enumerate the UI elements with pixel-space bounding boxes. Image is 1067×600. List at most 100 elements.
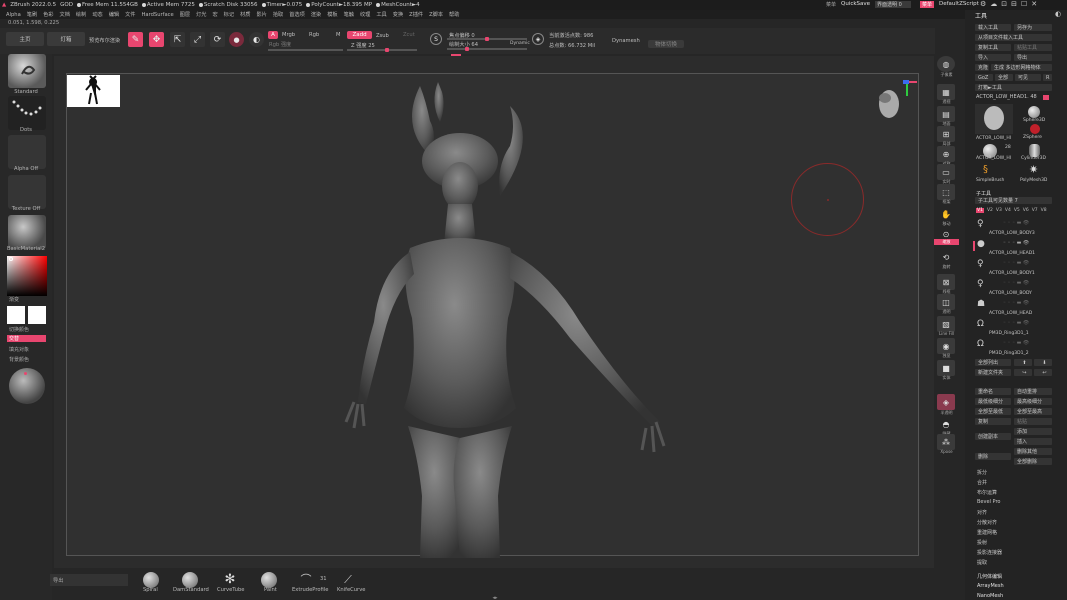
import-button[interactable]: 导入 xyxy=(975,54,1011,61)
tool-panel-title[interactable]: 工具 xyxy=(975,11,987,20)
lowest-subdiv-button[interactable]: 最低级细分 xyxy=(975,398,1011,405)
subpixel-icon[interactable]: ◍ xyxy=(937,56,955,72)
menu-item[interactable]: 编辑 xyxy=(109,11,119,18)
stroke-thumbnail[interactable] xyxy=(8,96,46,130)
subtool-row[interactable]: ♀ ◦ ◦ ◦ ▬ 👁 ACTOR_LOW_BODY3 xyxy=(975,217,1055,237)
menu-item[interactable]: 绘制 xyxy=(76,11,86,18)
curvetube-brush-icon[interactable]: ✻ xyxy=(222,572,238,588)
highest-subdiv-button[interactable]: 最高级细分 xyxy=(1014,398,1052,405)
move-view-icon[interactable]: ✋ xyxy=(937,206,955,222)
menu-item[interactable]: 宏 xyxy=(212,11,217,18)
transp-icon[interactable]: ◫ xyxy=(937,294,955,310)
paste-button[interactable]: 粘贴 xyxy=(1014,418,1052,425)
color-picker-cursor[interactable] xyxy=(9,257,13,261)
move-right-button[interactable]: ↩ xyxy=(1034,369,1052,376)
move-down-button[interactable]: ⬇ xyxy=(1034,359,1052,366)
version-tab[interactable]: V6 xyxy=(1023,208,1029,213)
all-lowest-button[interactable]: 全部至最低 xyxy=(975,408,1011,415)
subtool-controls-icon[interactable]: ◦ ◦ ◦ ▬ 👁 xyxy=(1003,260,1029,266)
load-tool-button[interactable]: 载入工具 xyxy=(975,24,1011,31)
menu-item[interactable]: 笔刷 xyxy=(27,11,37,18)
paste-tool-button[interactable]: 粘贴工具 xyxy=(1014,44,1052,51)
frame-icon[interactable]: ⬚ xyxy=(937,184,955,200)
dynamic-toggle[interactable]: Dynamic xyxy=(510,41,530,46)
solo-icon[interactable]: ◉ xyxy=(937,338,955,354)
menu-item[interactable]: 模板 xyxy=(327,11,337,18)
current-tool-label[interactable]: ACTOR_LOW_HEAD1. 48 xyxy=(976,94,1037,100)
version-tab[interactable]: V1 xyxy=(976,208,984,213)
draw-button[interactable]: ✥ xyxy=(149,32,164,47)
subtool-controls-icon[interactable]: ◦ ◦ ◦ ▬ 👁 xyxy=(1003,280,1029,286)
menu-item[interactable]: 标记 xyxy=(224,11,234,18)
subtool-controls-icon[interactable]: ◦ ◦ ◦ ▬ 👁 xyxy=(1003,300,1029,306)
main-color-swatch[interactable] xyxy=(7,306,25,324)
linefill-icon[interactable]: ▧ xyxy=(937,316,955,332)
sculpt-model[interactable] xyxy=(340,76,680,558)
lightbox-tool-button[interactable]: 灯箱►工具 xyxy=(975,84,1052,91)
menu-item[interactable]: Alpha xyxy=(6,12,21,18)
scale-button[interactable]: ⤢ xyxy=(190,32,205,47)
version-tab[interactable]: V7 xyxy=(1032,208,1038,213)
zadd-button[interactable]: Zadd xyxy=(347,31,372,39)
focal-shift-icon[interactable]: S xyxy=(430,33,442,45)
project-section[interactable]: 投射 xyxy=(977,539,987,546)
menu-item[interactable]: 首选项 xyxy=(289,11,305,18)
back-color-button[interactable]: 背景颜色 xyxy=(9,356,29,363)
arraymesh-section[interactable]: ArrayMesh xyxy=(977,583,1004,589)
floor-icon[interactable]: ▤ xyxy=(937,106,955,122)
polymesh3d-icon[interactable]: ✷ xyxy=(1029,164,1041,176)
draw-size-handle[interactable] xyxy=(465,47,469,51)
save-as-button[interactable]: 另存为 xyxy=(1014,24,1052,31)
transparency-slider[interactable]: 界面透明 0 xyxy=(875,1,911,8)
gradient-label[interactable]: 渐变 xyxy=(9,296,19,303)
move-left-button[interactable]: ↪ xyxy=(1014,369,1032,376)
list-all-button[interactable]: 全部列出 xyxy=(975,359,1011,366)
zsphere-icon[interactable] xyxy=(1030,124,1040,134)
brush-thumbnail[interactable] xyxy=(8,54,46,88)
light-position-marker[interactable] xyxy=(24,372,27,375)
add-button[interactable]: 添加 xyxy=(1014,428,1052,435)
delete-all-button[interactable]: 全部删除 xyxy=(1014,458,1052,465)
menus-button[interactable]: 菜单 xyxy=(920,1,934,8)
zsub-button[interactable]: Zsub xyxy=(376,33,389,39)
geometry-edit-section[interactable]: 几何体编辑 xyxy=(977,573,1002,580)
damstandard-brush-icon[interactable] xyxy=(182,572,198,588)
extrudeprofile-brush-icon[interactable]: ⌒ xyxy=(298,572,314,588)
zcut-button[interactable]: Zcut xyxy=(403,32,415,38)
clone-button[interactable]: 克隆 xyxy=(975,64,989,71)
subtool-controls-icon[interactable]: ◦ ◦ ◦ ▬ 👁 xyxy=(1003,320,1029,326)
menu-item[interactable]: 文件 xyxy=(125,11,135,18)
local-icon[interactable]: ⊞ xyxy=(937,126,955,142)
menu-item[interactable]: 灯光 xyxy=(196,11,206,18)
subtool-controls-icon[interactable]: ◦ ◦ ◦ ▬ 👁 xyxy=(1003,240,1029,246)
secondary-color-swatch[interactable] xyxy=(28,306,46,324)
z-strength-slider[interactable] xyxy=(347,48,417,52)
tool-switch-button[interactable]: 物体切换 xyxy=(648,40,684,48)
subtool-controls-icon[interactable]: ◦ ◦ ◦ ▬ 👁 xyxy=(1003,220,1029,226)
auto-reorder-button[interactable]: 自动重排 xyxy=(1014,388,1052,395)
simplebrush-icon[interactable]: § xyxy=(983,164,997,176)
make-polymesh-button[interactable]: 生成 多边形网格物体 xyxy=(991,64,1052,71)
edit-button[interactable]: ✎ xyxy=(128,32,143,47)
menu-item[interactable]: Z脚本 xyxy=(429,11,443,18)
spiral-brush-icon[interactable] xyxy=(143,572,159,588)
subtool-row[interactable]: ● ◦ ◦ ◦ ▬ 👁 ACTOR_LOW_HEAD1 xyxy=(973,237,1055,257)
subtool-row[interactable]: ♀ ◦ ◦ ◦ ▬ 👁 ACTOR_LOW_BODY xyxy=(975,277,1055,297)
shelf-expand-icon[interactable]: ◂▸ xyxy=(485,595,505,600)
silhouette-navigator[interactable] xyxy=(67,75,120,107)
menu-item[interactable]: 影片 xyxy=(256,11,266,18)
menu-item[interactable]: 材质 xyxy=(240,11,250,18)
split-section[interactable]: 拆分 xyxy=(977,469,987,476)
copy-tool-button[interactable]: 复制工具 xyxy=(975,44,1011,51)
export-button[interactable]: 导出 xyxy=(1014,54,1052,61)
boolean-section[interactable]: 布尔运算 xyxy=(977,489,997,496)
xpose-icon[interactable]: ⁂ xyxy=(937,434,955,450)
subtool-row[interactable]: Ω ◦ ◦ ◦ ▬ 👁 PM3D_Ring3D1_2 xyxy=(975,337,1055,357)
menu-item[interactable]: Z插件 xyxy=(409,11,423,18)
remesh-section[interactable]: 重建网格 xyxy=(977,529,997,536)
all-highest-button[interactable]: 全部至最高 xyxy=(1014,408,1052,415)
rotate-button[interactable]: ⟳ xyxy=(210,32,225,47)
rotate-view-icon[interactable]: ⟲ xyxy=(937,249,955,265)
focal-shift-handle[interactable] xyxy=(485,37,489,41)
rgb-button[interactable]: Rgb xyxy=(309,32,319,38)
